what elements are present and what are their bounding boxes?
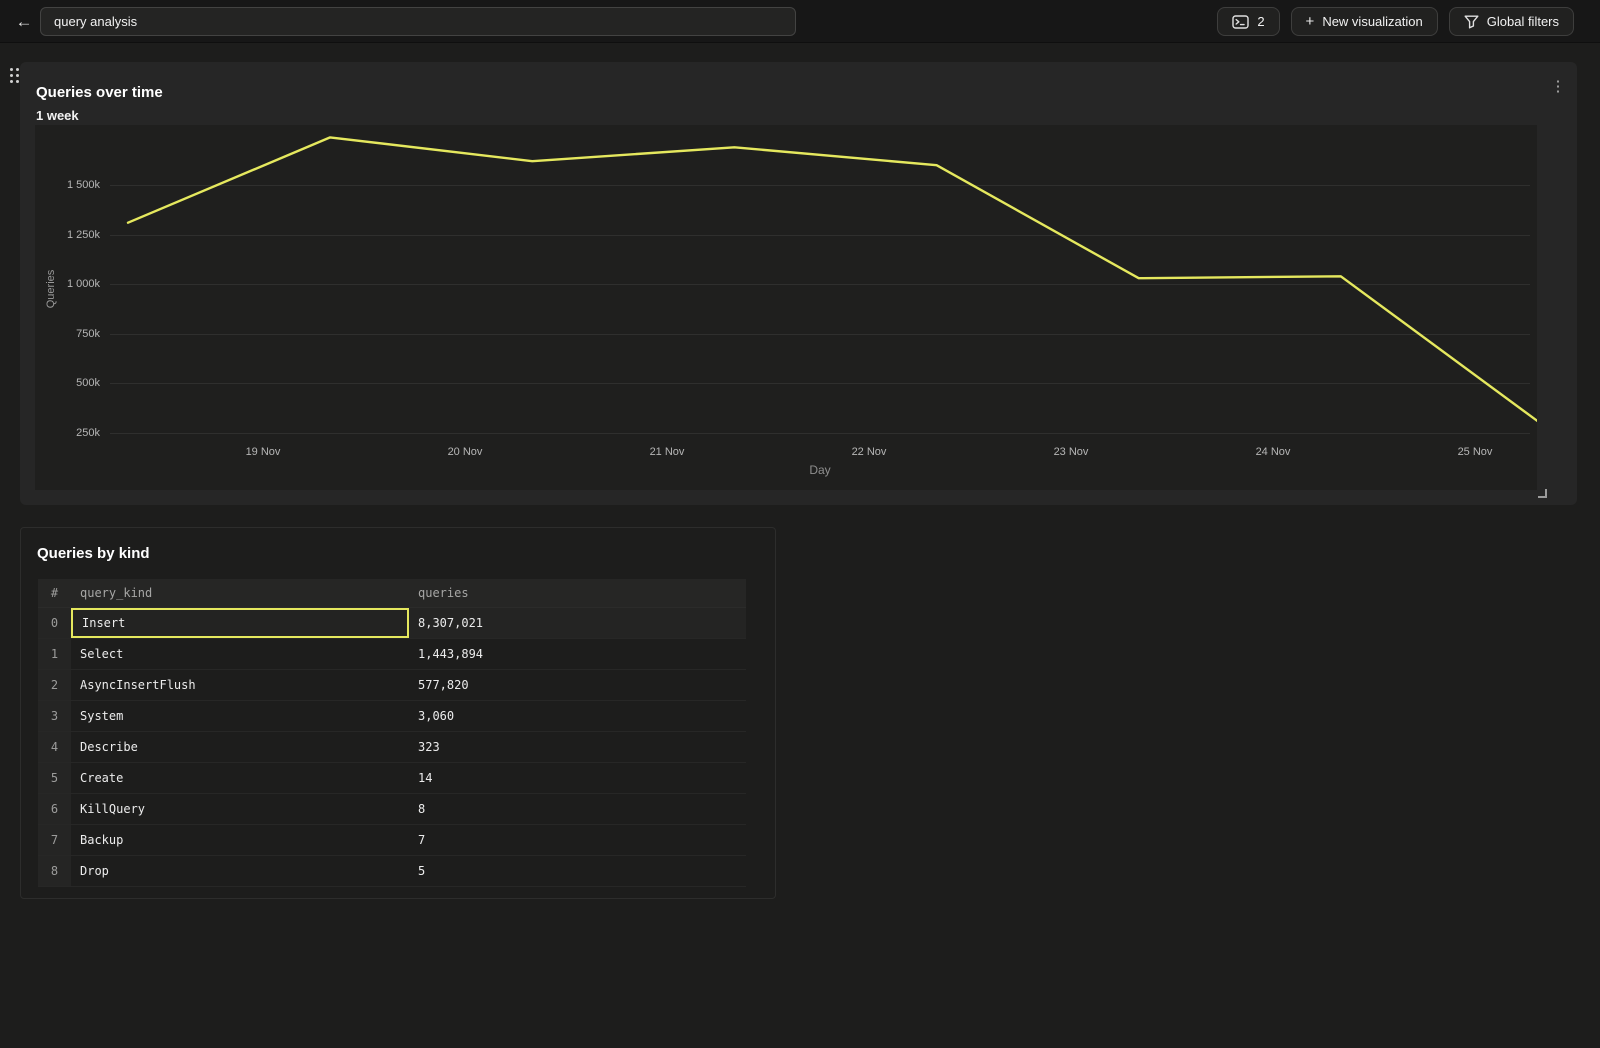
topbar-actions: 2 + New visualization Global filters bbox=[1217, 7, 1574, 36]
table-row: 4Describe323 bbox=[38, 732, 746, 763]
query-kind-cell[interactable]: Drop bbox=[71, 856, 409, 886]
queries-cell[interactable]: 5 bbox=[409, 856, 746, 886]
table-row: 0Insert8,307,021 bbox=[38, 608, 746, 639]
chart-title: Queries over time bbox=[36, 84, 163, 101]
table-header-index: # bbox=[38, 579, 71, 607]
row-index: 4 bbox=[38, 732, 71, 762]
x-axis-tick-label: 19 Nov bbox=[218, 446, 308, 458]
row-index: 5 bbox=[38, 763, 71, 793]
console-icon bbox=[1232, 15, 1249, 29]
chart-card: Queries over time 1 week ⋮ 250k500k750k1… bbox=[20, 62, 1577, 505]
global-filters-label: Global filters bbox=[1487, 14, 1559, 29]
table-row: 1Select1,443,894 bbox=[38, 639, 746, 670]
console-count-button[interactable]: 2 bbox=[1217, 7, 1279, 36]
x-axis-tick-label: 24 Nov bbox=[1228, 446, 1318, 458]
row-index: 6 bbox=[38, 794, 71, 824]
global-filters-button[interactable]: Global filters bbox=[1449, 7, 1574, 36]
queries-cell[interactable]: 8,307,021 bbox=[409, 608, 746, 638]
table-row: 7Backup7 bbox=[38, 825, 746, 856]
row-index: 2 bbox=[38, 670, 71, 700]
query-kind-cell[interactable]: Create bbox=[71, 763, 409, 793]
table-title: Queries by kind bbox=[37, 545, 150, 562]
query-kind-cell[interactable]: Select bbox=[71, 639, 409, 669]
row-index: 0 bbox=[38, 608, 71, 638]
row-index: 3 bbox=[38, 701, 71, 731]
table-row: 6KillQuery8 bbox=[38, 794, 746, 825]
queries-over-time-line-chart: 250k500k750k1 000k1 250k1 500k19 Nov20 N… bbox=[35, 125, 1537, 490]
table-row: 5Create14 bbox=[38, 763, 746, 794]
x-axis-tick-label: 22 Nov bbox=[824, 446, 914, 458]
new-visualization-button[interactable]: + New visualization bbox=[1291, 7, 1438, 36]
queries-cell[interactable]: 14 bbox=[409, 763, 746, 793]
new-visualization-label: New visualization bbox=[1322, 14, 1422, 29]
x-axis-name: Day bbox=[775, 463, 865, 477]
query-kind-cell[interactable]: KillQuery bbox=[71, 794, 409, 824]
queries-cell[interactable]: 3,060 bbox=[409, 701, 746, 731]
queries-cell[interactable]: 577,820 bbox=[409, 670, 746, 700]
drag-handle-icon[interactable] bbox=[8, 67, 20, 84]
x-axis-tick-label: 20 Nov bbox=[420, 446, 510, 458]
query-kind-cell[interactable]: Backup bbox=[71, 825, 409, 855]
query-kind-cell[interactable]: Describe bbox=[71, 732, 409, 762]
table-header-queries: queries bbox=[409, 579, 746, 607]
queries-series-line bbox=[128, 137, 1537, 425]
table-header-row: #query_kindqueries bbox=[38, 579, 746, 608]
queries-by-kind-table: #query_kindqueries0Insert8,307,0211Selec… bbox=[38, 579, 746, 887]
x-axis-tick-label: 23 Nov bbox=[1026, 446, 1116, 458]
queries-cell[interactable]: 1,443,894 bbox=[409, 639, 746, 669]
x-axis-tick-label: 21 Nov bbox=[622, 446, 712, 458]
table-row: 3System3,060 bbox=[38, 701, 746, 732]
x-axis-tick-label: 25 Nov bbox=[1430, 446, 1520, 458]
y-axis-name: Queries bbox=[45, 259, 57, 319]
funnel-icon bbox=[1464, 15, 1479, 29]
topbar: ← 2 + New visualization Global filters bbox=[0, 0, 1600, 43]
table-row: 2AsyncInsertFlush577,820 bbox=[38, 670, 746, 701]
row-index: 7 bbox=[38, 825, 71, 855]
dashboard-title-input[interactable] bbox=[40, 7, 796, 36]
queries-cell[interactable]: 8 bbox=[409, 794, 746, 824]
chart-menu-button[interactable]: ⋮ bbox=[1547, 76, 1569, 98]
resize-handle-icon[interactable] bbox=[1538, 489, 1547, 498]
query-kind-cell[interactable]: Insert bbox=[71, 608, 409, 638]
row-index: 8 bbox=[38, 856, 71, 886]
table-card: Queries by kind #query_kindqueries0Inser… bbox=[20, 527, 776, 899]
queries-cell[interactable]: 323 bbox=[409, 732, 746, 762]
chart-plot bbox=[35, 125, 1537, 490]
table-header-query-kind: query_kind bbox=[71, 579, 409, 607]
plus-icon: + bbox=[1306, 13, 1315, 30]
console-count: 2 bbox=[1257, 14, 1264, 29]
kebab-icon: ⋮ bbox=[1551, 78, 1566, 95]
query-kind-cell[interactable]: System bbox=[71, 701, 409, 731]
queries-cell[interactable]: 7 bbox=[409, 825, 746, 855]
chart-subtitle: 1 week bbox=[36, 108, 79, 123]
back-arrow-icon: ← bbox=[16, 12, 33, 31]
query-kind-cell[interactable]: AsyncInsertFlush bbox=[71, 670, 409, 700]
table-row: 8Drop5 bbox=[38, 856, 746, 887]
back-button[interactable]: ← bbox=[10, 8, 38, 36]
row-index: 1 bbox=[38, 639, 71, 669]
